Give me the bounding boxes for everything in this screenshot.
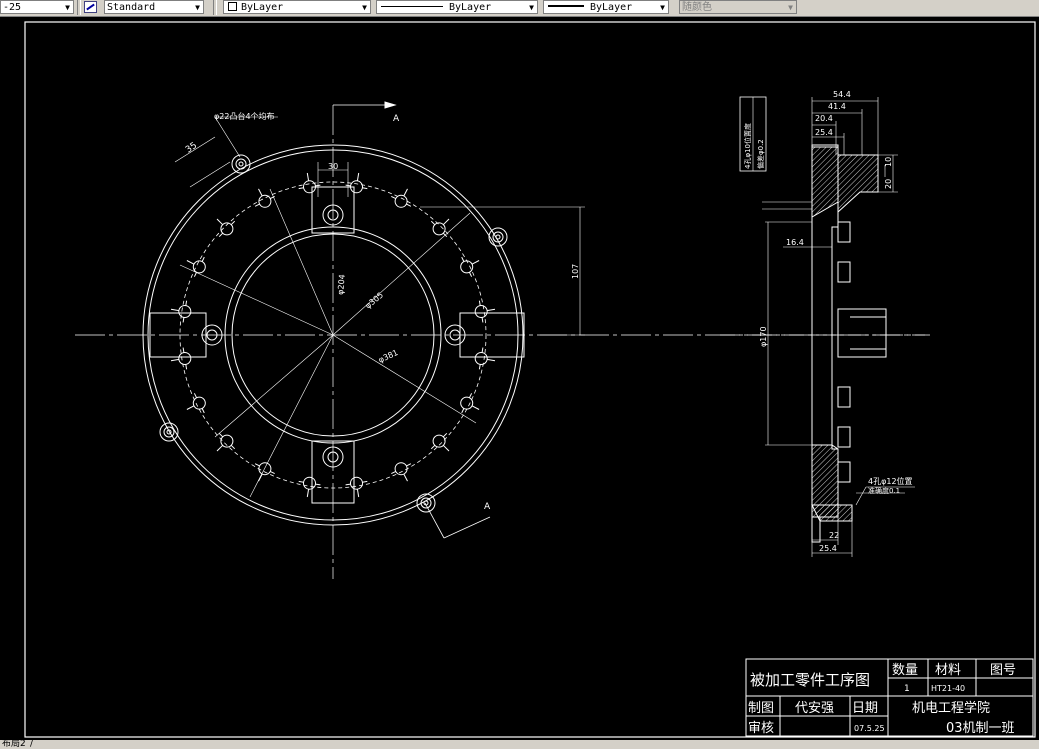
side-dim-16-4: 16.4	[786, 238, 804, 247]
section-label-a-bottom: A	[484, 502, 491, 512]
side-dim-41-4: 41.4	[828, 102, 846, 111]
text-style-icon[interactable]	[84, 1, 97, 13]
drawing-no-label: 图号	[990, 663, 1016, 678]
class-name: 03机制一班	[946, 721, 1015, 736]
drawing-svg: φ22凸台4个均布 35 30 A A 107 φ204 φ305 φ381 5…	[24, 21, 1036, 738]
dim-d204: φ204	[336, 274, 347, 295]
text-style-dropdown[interactable]: Standard ▼	[104, 0, 204, 14]
title-block-title: 被加工零件工序图	[750, 671, 870, 689]
note-holes-tol: 准确度0.1	[868, 486, 900, 495]
drawn-by: 代安强	[795, 701, 834, 716]
tab-scroll-icon[interactable]: /	[30, 740, 33, 749]
boss	[488, 227, 508, 247]
bosses	[159, 154, 508, 513]
side-dim-d170: φ170	[759, 326, 768, 347]
chevron-down-icon: ▼	[195, 3, 200, 12]
date-label: 日期	[852, 701, 878, 716]
clamp-claw	[430, 432, 450, 452]
qty-value: 1	[904, 684, 910, 694]
plot-style-dropdown[interactable]: 随颜色 ▼	[679, 0, 797, 14]
clamp-claw	[216, 218, 236, 238]
dim-35: 35	[184, 141, 199, 156]
dim-scale-value: -25	[3, 2, 22, 13]
toolbar-separator	[213, 0, 217, 15]
lineweight-preview-icon	[548, 5, 584, 7]
dim-107: 107	[571, 264, 580, 279]
qty-label: 数量	[892, 663, 918, 678]
drawing-canvas[interactable]: φ22凸台4个均布 35 30 A A 107 φ204 φ305 φ381 5…	[0, 17, 1039, 740]
clamp-claw	[216, 432, 236, 452]
boss	[231, 154, 251, 174]
dim-d305: φ305	[364, 290, 386, 310]
text-style-value: Standard	[107, 2, 156, 13]
side-dim-25-4-bottom: 25.4	[819, 544, 837, 553]
date-value: 07.5.25	[854, 724, 885, 733]
material-value: HT21-40	[931, 684, 965, 693]
sheet-border	[24, 21, 1036, 738]
review-label: 审核	[748, 721, 774, 736]
lineweight-dropdown[interactable]: ByLayer ▼	[543, 0, 669, 14]
linetype-value: ByLayer	[449, 2, 492, 13]
plot-style-value: 随颜色	[682, 2, 712, 13]
note-box-line1: 4孔φ10位置度	[743, 123, 752, 169]
front-view	[75, 101, 930, 579]
school-name: 机电工程学院	[912, 700, 990, 716]
properties-toolbar: -25 ▼ Standard ▼ ByLayer ▼ ByLayer ▼ ByLayer…	[0, 0, 1039, 17]
clamp-claw	[298, 172, 321, 194]
drawn-label: 制图	[748, 701, 774, 716]
clamp-claw	[186, 256, 206, 277]
chevron-down-icon: ▼	[660, 3, 665, 12]
layer-dropdown[interactable]: ByLayer ▼	[223, 0, 371, 14]
chevron-down-icon: ▼	[362, 3, 367, 12]
layer-value: ByLayer	[241, 2, 284, 13]
layout-tab-bar: 布局2 /	[0, 740, 1039, 749]
side-dim-10: 10	[884, 157, 893, 167]
linetype-preview-icon	[381, 6, 443, 7]
dim-30: 30	[328, 162, 338, 171]
linetype-dropdown[interactable]: ByLayer ▼	[376, 0, 538, 14]
clamp-claw	[298, 476, 321, 498]
boss	[416, 493, 436, 513]
side-dim-54-4: 54.4	[833, 90, 851, 99]
chevron-down-icon: ▼	[65, 3, 70, 12]
toolbar-separator	[77, 0, 81, 15]
clamp-claw	[170, 300, 192, 323]
clamp-claw	[254, 188, 275, 208]
note-box-line2: 偏差φ0.2	[756, 139, 765, 169]
chevron-down-icon: ▼	[788, 3, 793, 12]
section-label-a-top: A	[393, 114, 400, 124]
side-dim-20-4: 20.4	[815, 114, 833, 123]
side-dim-22: 22	[829, 531, 839, 540]
tab-layout2[interactable]: 布局2	[2, 740, 26, 749]
side-dim-25-4-top: 25.4	[815, 128, 833, 137]
chevron-down-icon: ▼	[529, 3, 534, 12]
side-dim-20: 20	[884, 179, 893, 189]
dim-scale-dropdown[interactable]: -25 ▼	[0, 0, 74, 14]
note-holes: 4孔φ12位置	[868, 476, 913, 486]
boss-callout: φ22凸台4个均布	[214, 111, 275, 121]
dim-d381: φ381	[377, 348, 399, 365]
lineweight-value: ByLayer	[590, 2, 633, 13]
color-swatch-icon	[228, 2, 237, 11]
material-label: 材料	[935, 663, 961, 678]
